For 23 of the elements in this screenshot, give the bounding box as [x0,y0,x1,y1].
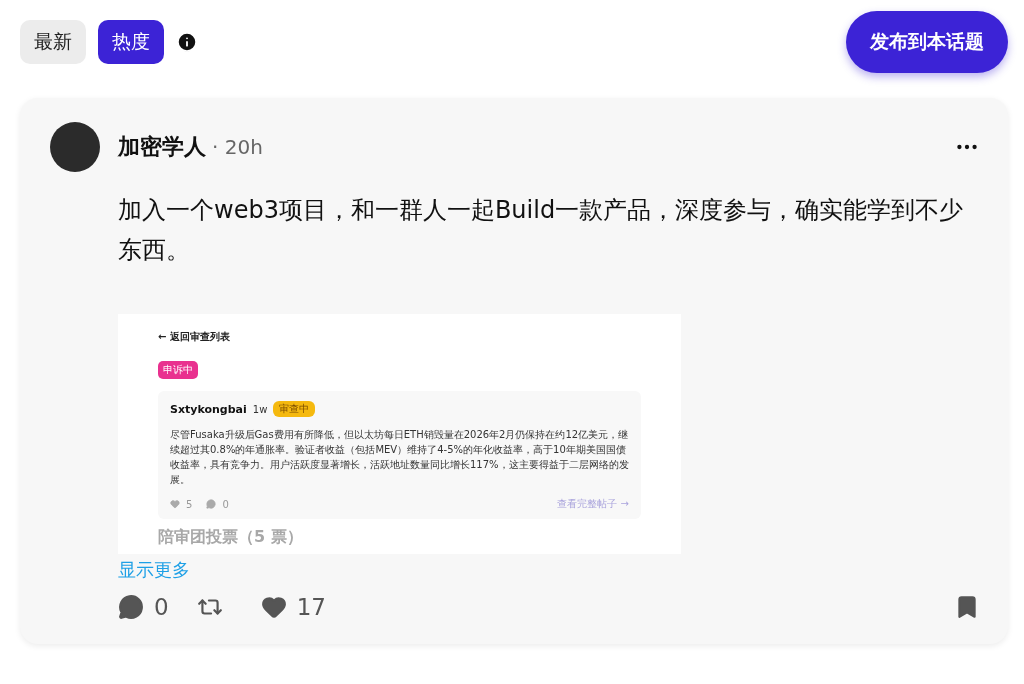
comment-icon [206,499,217,509]
inner-post-text: 尽管Fusaka升级后Gas费用有所降低，但以太坊每日ETH销毁量在2026年2月仍保持在约12亿美元，继续超过其0.8%的年通胀率。验证者收益（包括MEV）维持了4-5%的年化收益率，高于10年期美国国债收益率，具有竞争力。用户活跃度显著增长，活跃地址数量同比增长117%，这主要得益于二层网络的发展。 [170,428,629,487]
author-name[interactable]: 加密学人 [118,132,206,162]
back-link[interactable]: ← 返回审查列表 [158,330,641,344]
heart-icon[interactable] [260,594,287,620]
comment-icon[interactable] [118,594,144,620]
post-text: 加入一个web3项目，和一群人一起Build一款产品，深度参与，确实能学到不少东西。 [118,195,965,266]
comment-count: 0 [154,594,169,620]
sort-tab[interactable]: 最新 [20,20,86,64]
avatar [50,122,100,172]
status-tag: 申诉中 [158,361,198,379]
post-time: · 20h [212,135,263,159]
comment-count: 0 [222,498,229,510]
section-title: 陪审团投票（5 票） [158,527,304,548]
info-icon[interactable] [176,31,198,53]
inner-time: 1w [252,403,268,415]
like-count: 17 [296,594,326,620]
publish-button[interactable]: 发布到本话题 [846,11,1008,73]
heart-icon [170,499,180,509]
sort-tab[interactable]: 热度 [98,20,164,64]
review-tag: 审查中 [273,401,316,417]
inner-author: Sxtykongbai [170,402,247,416]
like-count: 5 [186,498,193,510]
